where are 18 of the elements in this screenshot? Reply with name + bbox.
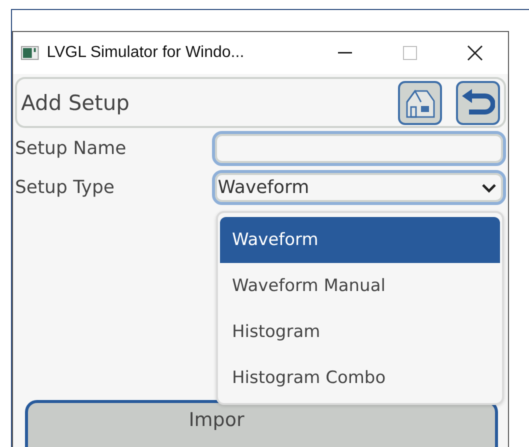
dropdown-option[interactable]: Waveform Manual <box>220 263 500 309</box>
page-title: Add Setup <box>21 90 130 114</box>
window-title: LVGL Simulator for Windo... <box>46 44 246 62</box>
back-button[interactable] <box>456 80 500 124</box>
field-label: Setup Type <box>15 177 116 198</box>
app-icon <box>21 46 39 60</box>
import-button[interactable]: Impor <box>25 400 498 447</box>
dropdown-option[interactable]: Histogram <box>220 309 500 355</box>
field-label: Setup Name <box>15 138 128 159</box>
chevron-down-icon <box>481 182 497 192</box>
return-arrow-icon <box>461 88 495 118</box>
minimize-icon[interactable] <box>338 52 352 54</box>
dropdown-option[interactable]: Waveform <box>220 217 500 263</box>
setup-name-field[interactable] <box>212 131 506 166</box>
setup-type-dropdown[interactable]: Waveform <box>212 170 506 205</box>
close-icon[interactable] <box>467 45 484 61</box>
home-button[interactable] <box>398 80 442 124</box>
dropdown-option[interactable]: Histogram Combo <box>220 355 500 401</box>
